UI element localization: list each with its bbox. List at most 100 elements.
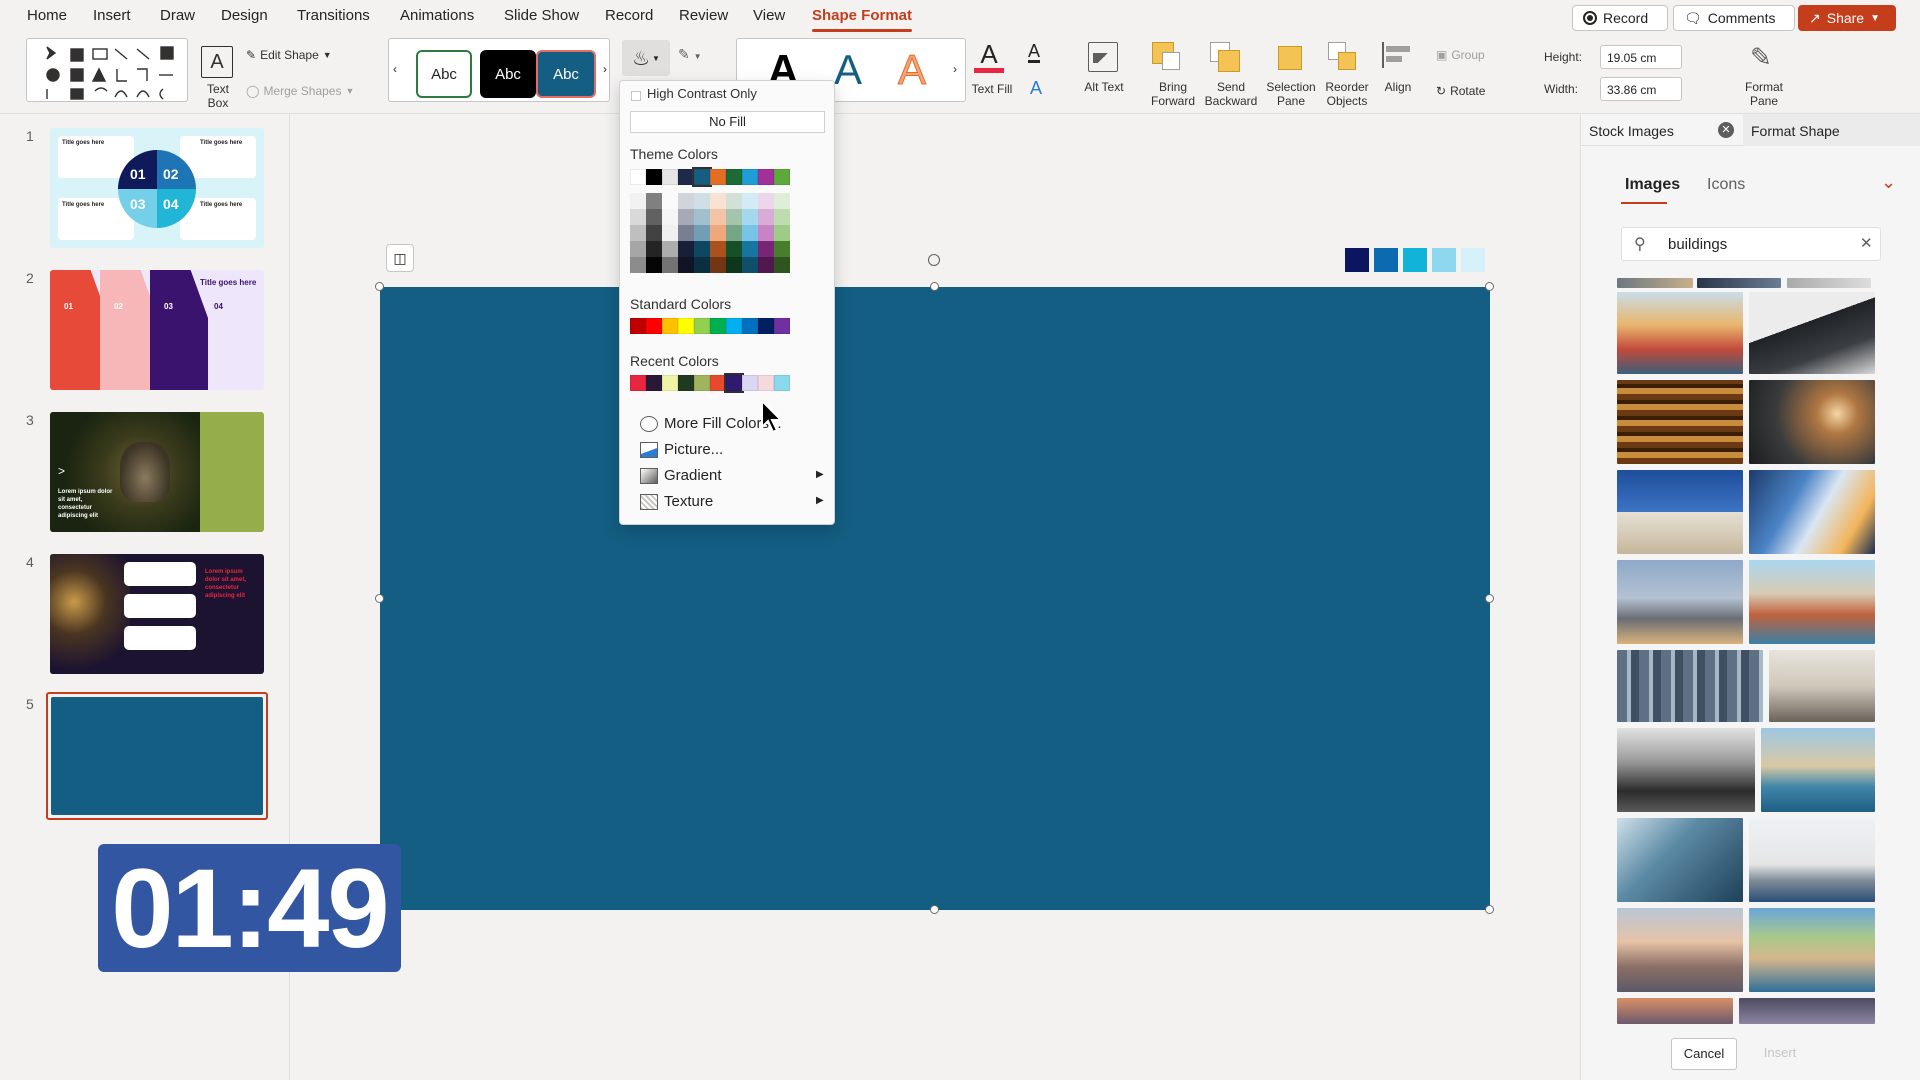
color-swatch[interactable]: [662, 209, 678, 225]
color-swatch[interactable]: [646, 169, 662, 185]
color-swatch[interactable]: [662, 169, 678, 185]
color-swatch[interactable]: [742, 318, 758, 334]
color-swatch[interactable]: [692, 167, 712, 187]
shape-style-2[interactable]: Abc: [480, 50, 536, 98]
color-swatch[interactable]: [774, 225, 790, 241]
color-swatch[interactable]: [662, 241, 678, 257]
stock-image[interactable]: [1617, 728, 1755, 812]
color-swatch[interactable]: [710, 225, 726, 241]
tab-home[interactable]: Home: [27, 7, 67, 24]
color-swatch[interactable]: [774, 209, 790, 225]
tab-animations[interactable]: Animations: [400, 7, 474, 24]
merge-shapes-button[interactable]: ◯ Merge Shapes ▼: [246, 84, 354, 98]
color-swatch[interactable]: [742, 169, 758, 185]
color-swatch[interactable]: [678, 193, 694, 209]
color-swatch[interactable]: [678, 318, 694, 334]
chevron-left-icon[interactable]: ‹: [393, 62, 397, 76]
stock-image[interactable]: [1749, 470, 1875, 554]
no-fill-button[interactable]: No Fill: [630, 111, 825, 133]
color-swatch[interactable]: [694, 318, 710, 334]
color-swatch[interactable]: [710, 209, 726, 225]
search-box[interactable]: ⚲ buildings ✕: [1621, 227, 1881, 261]
tab-draw[interactable]: Draw: [160, 7, 195, 24]
slide-thumbnail-5[interactable]: [46, 692, 268, 820]
stock-image[interactable]: [1617, 278, 1693, 288]
color-swatch[interactable]: [726, 241, 742, 257]
color-swatch[interactable]: [758, 375, 774, 391]
record-button[interactable]: Record: [1572, 5, 1668, 31]
resize-handle[interactable]: [375, 282, 384, 291]
color-swatch[interactable]: [758, 318, 774, 334]
images-tab[interactable]: Images: [1625, 176, 1680, 194]
color-swatch[interactable]: [710, 241, 726, 257]
color-swatch[interactable]: [742, 375, 758, 391]
wordart-style-blue[interactable]: A: [834, 46, 862, 94]
resize-handle[interactable]: [1485, 282, 1494, 291]
color-swatch[interactable]: [694, 241, 710, 257]
shape-outline-button[interactable]: ✎ ▼: [678, 46, 702, 63]
stock-image[interactable]: [1617, 908, 1743, 992]
share-button[interactable]: ↗ Share ▼: [1798, 5, 1896, 31]
stock-image[interactable]: [1617, 818, 1743, 902]
resize-handle[interactable]: [930, 282, 939, 291]
group-button[interactable]: ▣ Group: [1436, 48, 1485, 62]
color-swatch[interactable]: [710, 169, 726, 185]
resize-handle[interactable]: [1485, 905, 1494, 914]
text-box-icon[interactable]: A: [201, 46, 233, 78]
selection-pane-icon[interactable]: [1274, 42, 1304, 72]
tab-view[interactable]: View: [753, 7, 785, 24]
format-shape-tab[interactable]: Format Shape: [1743, 114, 1920, 146]
color-swatch[interactable]: [630, 209, 646, 225]
color-swatch[interactable]: [710, 318, 726, 334]
wordart-style-orange[interactable]: A: [897, 46, 926, 94]
color-swatch[interactable]: [678, 375, 694, 391]
color-swatch[interactable]: [630, 257, 646, 273]
color-swatch[interactable]: [774, 318, 790, 334]
insert-button[interactable]: Insert: [1747, 1038, 1813, 1070]
color-swatch[interactable]: [710, 375, 726, 391]
send-backward-icon[interactable]: [1210, 42, 1240, 72]
stock-image[interactable]: [1617, 380, 1743, 464]
color-swatch[interactable]: [646, 225, 662, 241]
stock-image[interactable]: [1749, 908, 1875, 992]
color-swatch[interactable]: [726, 225, 742, 241]
edit-shape-button[interactable]: ✎ Edit Shape ▼: [246, 48, 332, 62]
high-contrast-checkbox[interactable]: [631, 91, 641, 101]
resize-handle[interactable]: [1485, 594, 1494, 603]
color-swatch[interactable]: [774, 193, 790, 209]
color-swatch[interactable]: [646, 257, 662, 273]
color-swatch[interactable]: [694, 193, 710, 209]
shape-style-3[interactable]: Abc: [536, 50, 596, 98]
chevron-right-icon[interactable]: ›: [953, 62, 957, 76]
stock-image[interactable]: [1749, 818, 1875, 902]
text-effects-icon[interactable]: A: [1030, 78, 1042, 99]
color-swatch[interactable]: [710, 257, 726, 273]
color-swatch[interactable]: [630, 241, 646, 257]
cancel-button[interactable]: Cancel: [1671, 1038, 1737, 1070]
tab-record[interactable]: Record: [605, 7, 653, 24]
clear-search-icon[interactable]: ✕: [1860, 234, 1873, 252]
alt-text-icon[interactable]: [1088, 42, 1118, 72]
slide-thumbnail-4[interactable]: Lorem ipsum dolor sit amet, consectetur …: [50, 554, 264, 674]
slide-thumbnail-2[interactable]: 01 02 03 04 Title goes here: [50, 270, 264, 390]
color-swatch[interactable]: [726, 193, 742, 209]
tab-shape-format[interactable]: Shape Format: [812, 7, 913, 32]
close-icon[interactable]: ✕: [1718, 122, 1734, 138]
color-swatch[interactable]: [742, 257, 758, 273]
color-swatch[interactable]: [646, 318, 662, 334]
stock-image[interactable]: [1749, 292, 1875, 374]
color-swatch[interactable]: [678, 209, 694, 225]
stock-image[interactable]: [1617, 998, 1733, 1024]
stock-image[interactable]: [1617, 470, 1743, 554]
color-swatch[interactable]: [662, 257, 678, 273]
color-swatch[interactable]: [662, 318, 678, 334]
color-swatch[interactable]: [726, 209, 742, 225]
text-outline-icon[interactable]: A: [1028, 42, 1041, 63]
tab-slide-show[interactable]: Slide Show: [504, 7, 579, 24]
color-swatch[interactable]: [758, 225, 774, 241]
shape-style-1[interactable]: Abc: [416, 50, 472, 98]
color-swatch[interactable]: [646, 193, 662, 209]
color-swatch[interactable]: [742, 225, 758, 241]
color-swatch[interactable]: [726, 257, 742, 273]
stock-image[interactable]: [1617, 650, 1763, 722]
